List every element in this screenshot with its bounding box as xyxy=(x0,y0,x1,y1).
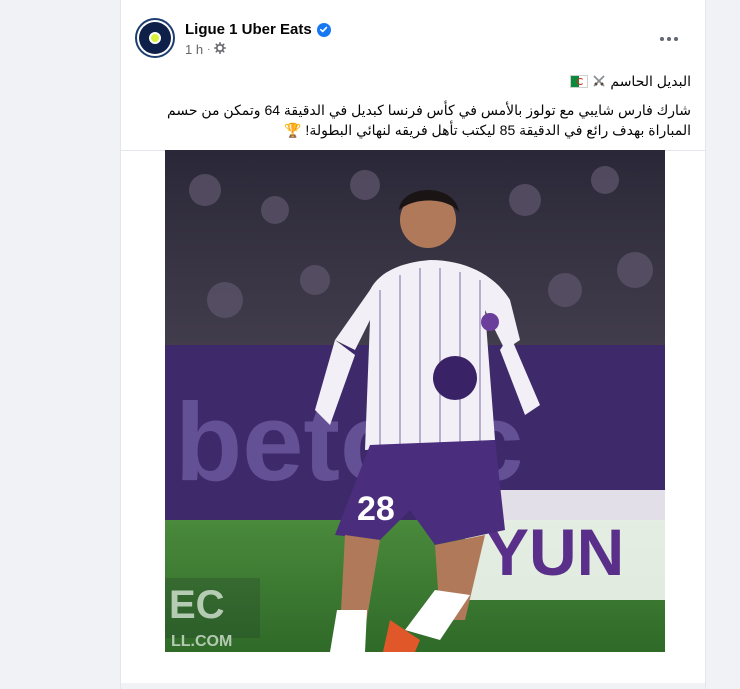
algeria-flag-icon xyxy=(570,74,589,88)
post-text: البديل الحاسم شارك فارس شايبي مع تولوز ب… xyxy=(135,70,691,140)
post-card: Ligue 1 Uber Eats 1 h · البديل الحاسم شا… xyxy=(120,0,706,689)
jersey-number: 28 xyxy=(357,490,395,528)
crossed-swords-icon xyxy=(592,74,606,88)
more-options-icon xyxy=(660,37,664,41)
page-avatar[interactable] xyxy=(135,18,175,58)
more-options-button[interactable] xyxy=(651,24,687,54)
svg-text:LL.COM: LL.COM xyxy=(171,633,232,650)
post-footer-strip xyxy=(121,683,705,689)
post-photo[interactable]: betclic YUN 28 EC LL.COM xyxy=(165,150,665,652)
post-header: Ligue 1 Uber Eats 1 h · xyxy=(135,18,691,64)
verified-badge-icon xyxy=(316,22,331,37)
led-board-text: YUN xyxy=(485,515,624,589)
post-title-line: البديل الحاسم xyxy=(135,70,691,92)
post-body: شارك فارس شايبي مع تولوز بالأمس في كأس ف… xyxy=(167,102,691,138)
post-timestamp[interactable]: 1 h xyxy=(185,42,203,57)
post-meta: 1 h · xyxy=(185,42,227,57)
ligue1-logo-icon xyxy=(139,22,171,54)
svg-text:EC: EC xyxy=(169,583,225,627)
page-name-link[interactable]: Ligue 1 Uber Eats xyxy=(185,21,331,38)
gear-icon[interactable] xyxy=(214,42,227,57)
page-name[interactable]: Ligue 1 Uber Eats xyxy=(185,21,312,38)
post-title: البديل الحاسم xyxy=(610,73,691,89)
meta-separator: · xyxy=(207,44,211,55)
